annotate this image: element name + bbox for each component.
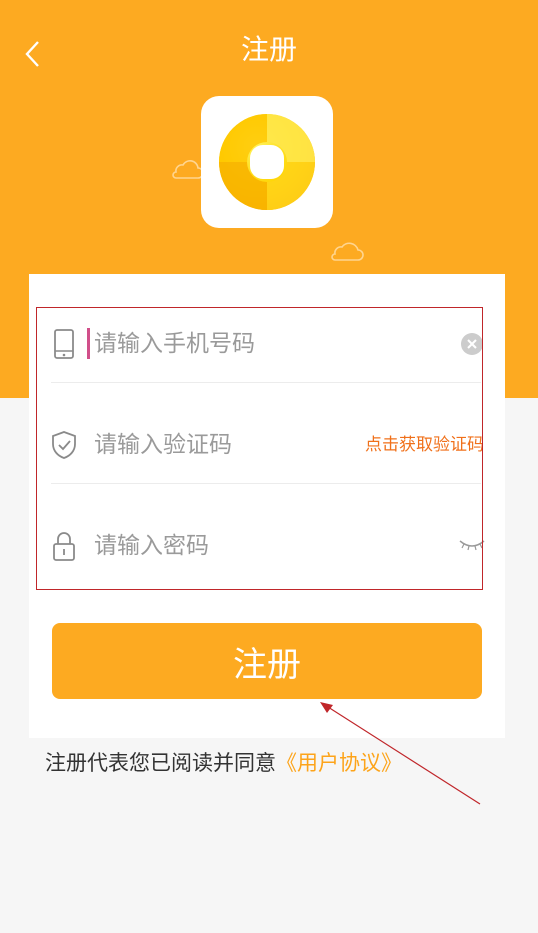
get-code-button[interactable]: 点击获取验证码: [352, 432, 484, 458]
text-cursor: [87, 328, 90, 359]
divider: [51, 382, 481, 383]
cloud-icon: [331, 242, 364, 261]
password-input[interactable]: [92, 525, 346, 567]
divider: [51, 483, 481, 484]
password-row: [51, 496, 485, 596]
phone-icon: [51, 327, 77, 361]
shield-check-icon: [51, 428, 77, 462]
app-logo: [201, 96, 333, 228]
page-title: 注册: [240, 33, 297, 66]
eye-closed-icon[interactable]: [459, 536, 485, 552]
agreement-text: 注册代表您已阅读并同意《用户协议》: [45, 746, 402, 780]
register-button[interactable]: 注册: [52, 623, 482, 699]
lock-icon: [51, 529, 77, 563]
phone-input[interactable]: [92, 323, 346, 365]
app-logo-swirl-icon: [219, 114, 315, 210]
code-input[interactable]: [92, 424, 346, 466]
phone-row: [51, 294, 485, 394]
agreement-prefix: 注册代表您已阅读并同意: [45, 751, 276, 775]
user-agreement-link[interactable]: 《用户协议》: [276, 751, 402, 775]
cloud-icon: [172, 160, 204, 179]
clear-icon[interactable]: [461, 333, 483, 355]
